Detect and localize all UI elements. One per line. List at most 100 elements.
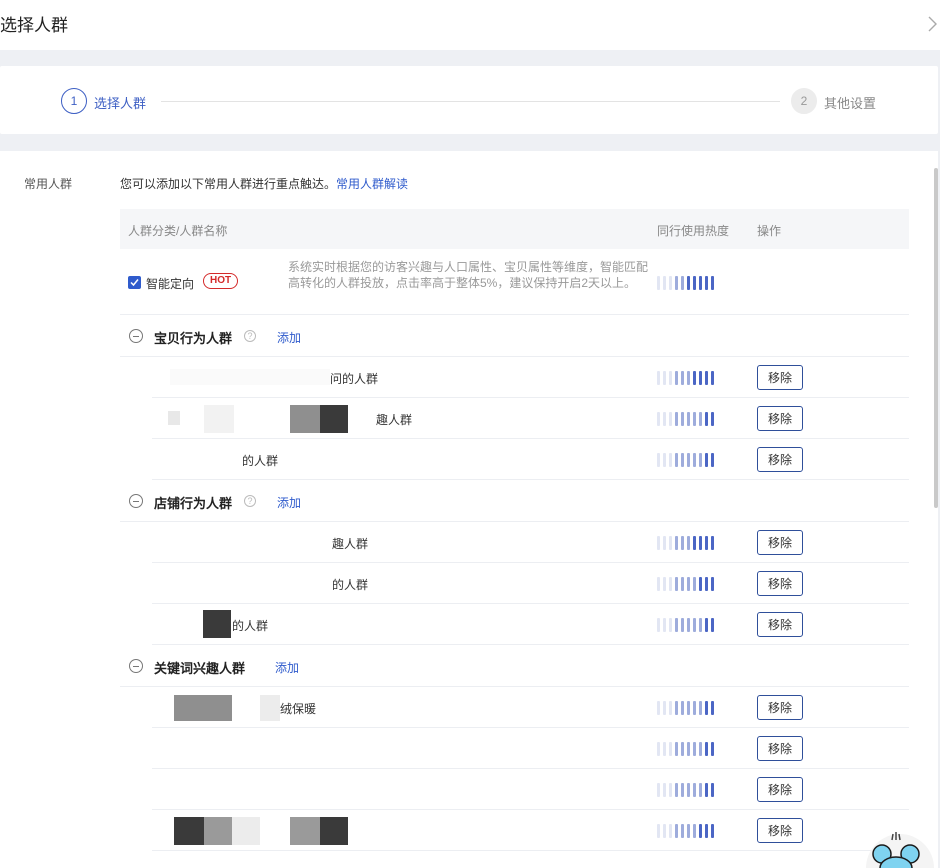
heat-meter: [657, 453, 714, 467]
remove-button[interactable]: 移除: [757, 695, 803, 720]
heat-bar: [663, 701, 666, 715]
blurred-text: [204, 817, 232, 845]
heat-bar: [687, 618, 690, 632]
page-title: 选择人群: [0, 16, 68, 35]
heat-meter: [657, 701, 714, 715]
remove-button[interactable]: 移除: [757, 777, 803, 802]
heat-bar: [663, 577, 666, 591]
audience-name: 绒保暖: [280, 702, 317, 716]
remove-button[interactable]: 移除: [757, 612, 803, 637]
blurred-text: [320, 405, 348, 433]
heat-bar: [693, 453, 696, 467]
heat-bar: [657, 276, 660, 290]
heat-bar: [675, 824, 678, 838]
heat-bar: [693, 701, 696, 715]
heat-bar: [675, 783, 678, 797]
blurred-text: [174, 817, 204, 845]
heat-bar: [663, 276, 666, 290]
heat-bar: [711, 618, 714, 632]
heat-bar: [705, 824, 708, 838]
help-icon[interactable]: ?: [244, 495, 256, 507]
heat-bar: [681, 412, 684, 426]
heat-bar: [681, 824, 684, 838]
heat-bar: [705, 371, 708, 385]
blurred-text: [290, 817, 320, 845]
remove-button[interactable]: 移除: [757, 406, 803, 431]
remove-button[interactable]: 移除: [757, 571, 803, 596]
remove-button[interactable]: 移除: [757, 530, 803, 555]
scrollbar[interactable]: [934, 168, 938, 508]
heat-bar: [675, 371, 678, 385]
assistant-mascot-icon[interactable]: [866, 828, 936, 868]
blurred-text: [290, 405, 320, 433]
heat-bar: [705, 701, 708, 715]
heat-bar: [711, 783, 714, 797]
group-shop-behavior: 店铺行为人群 ? 添加: [120, 480, 909, 522]
heat-meter: [657, 577, 714, 591]
add-link[interactable]: 添加: [277, 329, 301, 346]
heat-bar: [687, 783, 690, 797]
add-link[interactable]: 添加: [275, 659, 299, 676]
blurred-text: [320, 817, 348, 845]
heat-bar: [693, 276, 696, 290]
heat-bar: [657, 453, 660, 467]
heat-bar: [669, 742, 672, 756]
heat-bar: [711, 824, 714, 838]
remove-button[interactable]: 移除: [757, 447, 803, 472]
remove-button[interactable]: 移除: [757, 818, 803, 843]
heat-meter: [657, 824, 714, 838]
blurred-text: [204, 405, 234, 433]
heat-bar: [669, 577, 672, 591]
table-header: 人群分类/人群名称 同行使用热度 操作: [120, 209, 909, 249]
heat-bar: [669, 783, 672, 797]
hot-badge: HOT: [203, 273, 239, 289]
heat-bar: [663, 371, 666, 385]
smart-checkbox[interactable]: [128, 276, 141, 289]
audience-name: 问的人群: [330, 372, 379, 386]
heat-bar: [693, 412, 696, 426]
group-item-behavior: 宝贝行为人群 ? 添加: [120, 315, 909, 357]
heat-meter: [657, 371, 714, 385]
heat-bar: [705, 412, 708, 426]
heat-bar: [693, 824, 696, 838]
chevron-right-icon[interactable]: [926, 14, 940, 34]
blurred-text: [260, 695, 280, 721]
heat-bar: [657, 371, 660, 385]
heat-bar: [681, 742, 684, 756]
remove-button[interactable]: 移除: [757, 365, 803, 390]
heat-bar: [657, 412, 660, 426]
heat-bar: [699, 412, 702, 426]
heat-meter: [657, 412, 714, 426]
heat-bar: [657, 742, 660, 756]
heat-bar: [699, 577, 702, 591]
heat-bar: [669, 412, 672, 426]
collapse-icon[interactable]: [129, 494, 143, 508]
heat-bar: [669, 536, 672, 550]
heat-bar: [663, 824, 666, 838]
group-name: 关键词兴趣人群: [154, 661, 246, 676]
blurred-text: [232, 817, 260, 845]
heat-meter: [657, 618, 714, 632]
heat-bar: [711, 701, 714, 715]
heat-bar: [681, 577, 684, 591]
heat-bar: [699, 536, 702, 550]
audience-row: 的人群 移除: [152, 439, 909, 480]
audience-row: 移除: [152, 728, 909, 769]
heat-bar: [693, 577, 696, 591]
heat-bar: [681, 618, 684, 632]
heat-bar: [657, 536, 660, 550]
heat-bar: [711, 536, 714, 550]
add-link[interactable]: 添加: [277, 494, 301, 511]
heat-bar: [675, 701, 678, 715]
heat-bar: [705, 453, 708, 467]
heat-bar: [693, 742, 696, 756]
audience-name: 趣人群: [376, 413, 413, 427]
step-1-circle: 1: [61, 88, 87, 114]
collapse-icon[interactable]: [129, 659, 143, 673]
heat-bar: [681, 371, 684, 385]
remove-button[interactable]: 移除: [757, 736, 803, 761]
help-icon[interactable]: ?: [244, 330, 256, 342]
collapse-icon[interactable]: [129, 329, 143, 343]
intro-link[interactable]: 常用人群解读: [336, 177, 408, 191]
heat-bar: [681, 453, 684, 467]
